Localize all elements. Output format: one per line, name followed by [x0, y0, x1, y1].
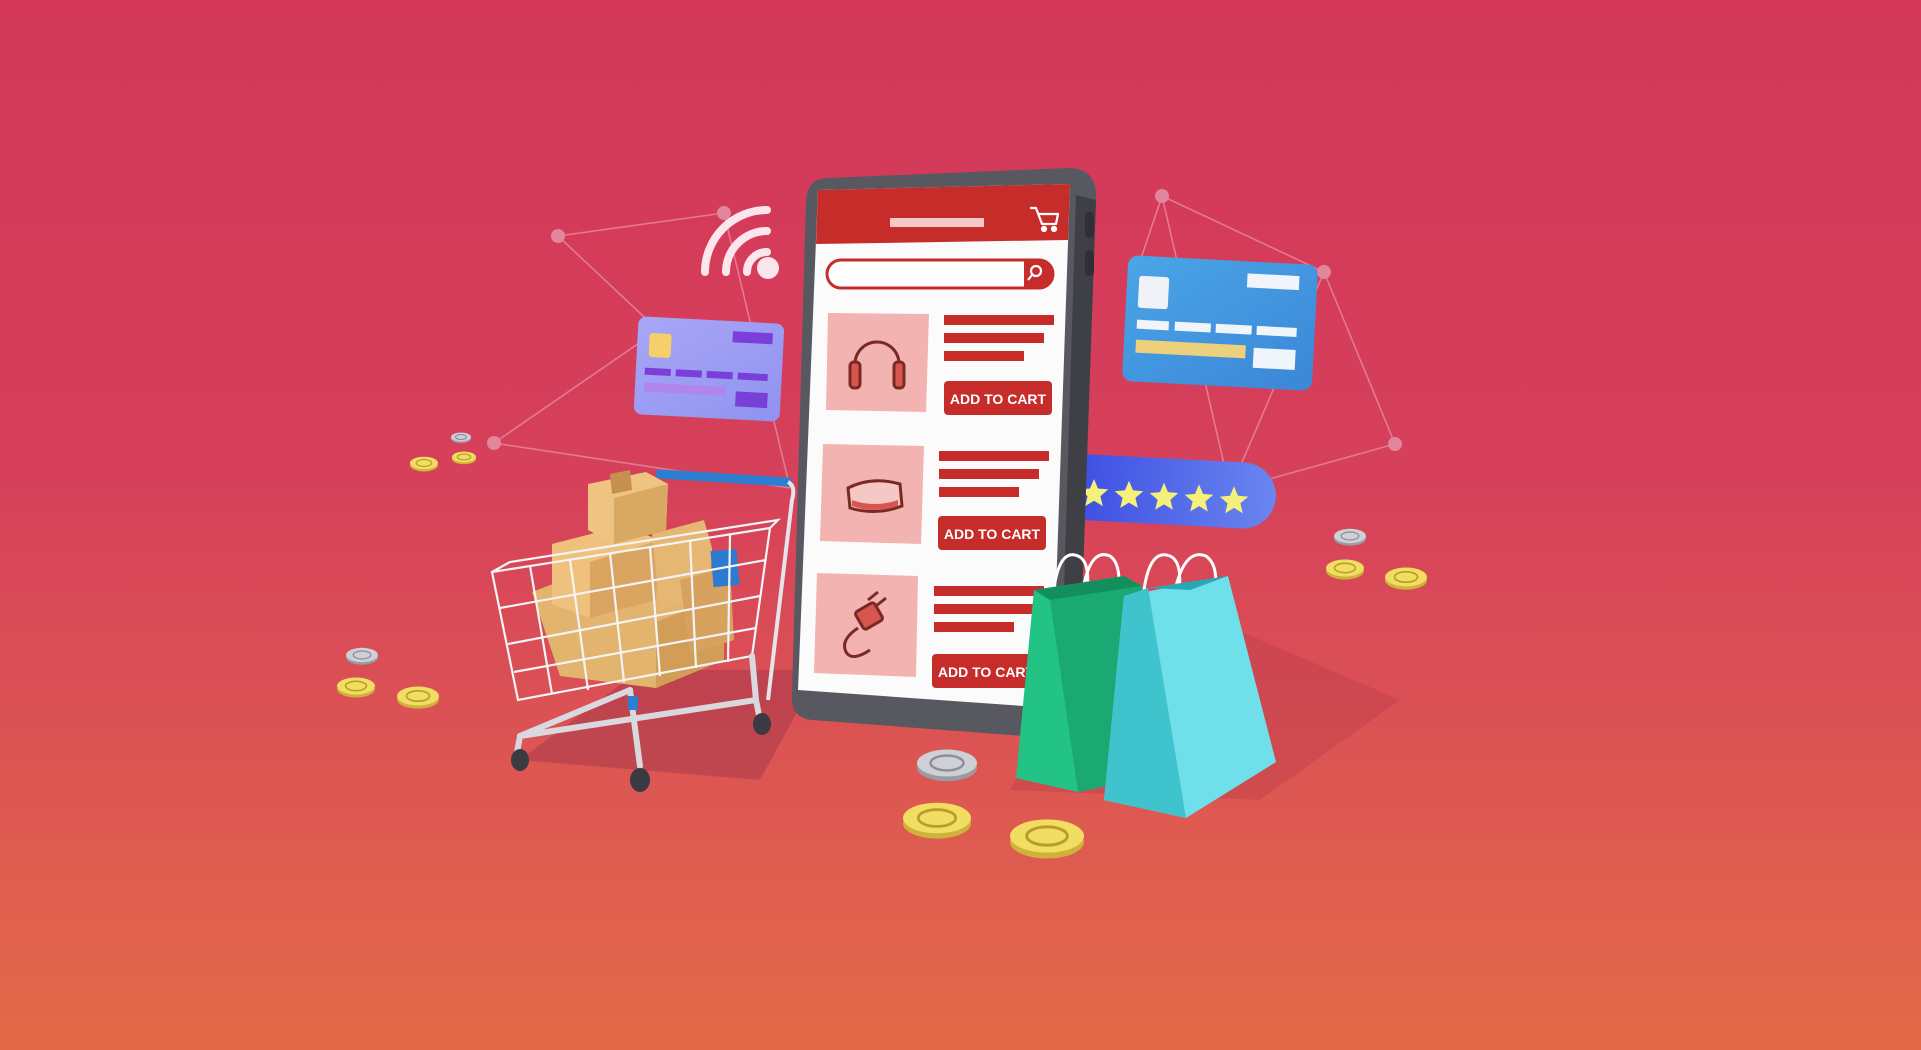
gold-coin-icon: [1385, 567, 1427, 590]
credit-card-purple: [633, 316, 785, 422]
search-bar[interactable]: [825, 258, 1055, 290]
silver-coin-icon: [451, 432, 471, 444]
add-to-cart-button[interactable]: ADD TO CART: [938, 516, 1046, 550]
cardboard-boxes: [532, 470, 740, 688]
vr-headset-icon: [846, 479, 904, 513]
add-to-cart-button[interactable]: ADD TO CART: [944, 381, 1052, 415]
phone-side-button: [1085, 250, 1094, 276]
shopping-bags-icon: [1016, 553, 1276, 818]
wifi-icon: [701, 206, 779, 279]
product-image: [826, 313, 929, 412]
add-to-cart-button[interactable]: ADD TO CART: [932, 654, 1040, 688]
gold-coin-icon: [452, 451, 476, 465]
app-title-placeholder: [890, 218, 984, 227]
ecommerce-illustration: ADD TO CART ADD TO CART ADD TO CART: [337, 168, 1427, 859]
add-to-cart-label: ADD TO CART: [944, 526, 1041, 542]
gold-coin-icon: [903, 802, 971, 839]
card-chip-icon: [1137, 275, 1170, 310]
search-button[interactable]: [1024, 261, 1052, 287]
add-to-cart-label: ADD TO CART: [950, 391, 1047, 407]
gold-coin-icon: [337, 677, 375, 698]
credit-card-blue: [1122, 255, 1318, 391]
phone-side-button: [1085, 212, 1094, 238]
gold-coin-icon: [410, 456, 438, 472]
app-header: [816, 184, 1070, 244]
silver-coin-icon: [917, 749, 977, 782]
gold-coin-icon: [1010, 819, 1084, 859]
gold-coin-icon: [1326, 559, 1364, 580]
gold-coin-icon: [397, 686, 439, 709]
add-to-cart-label: ADD TO CART: [938, 664, 1035, 680]
silver-coin-icon: [1334, 528, 1366, 546]
silver-coin-icon: [346, 647, 378, 665]
card-chip-icon: [648, 333, 672, 358]
